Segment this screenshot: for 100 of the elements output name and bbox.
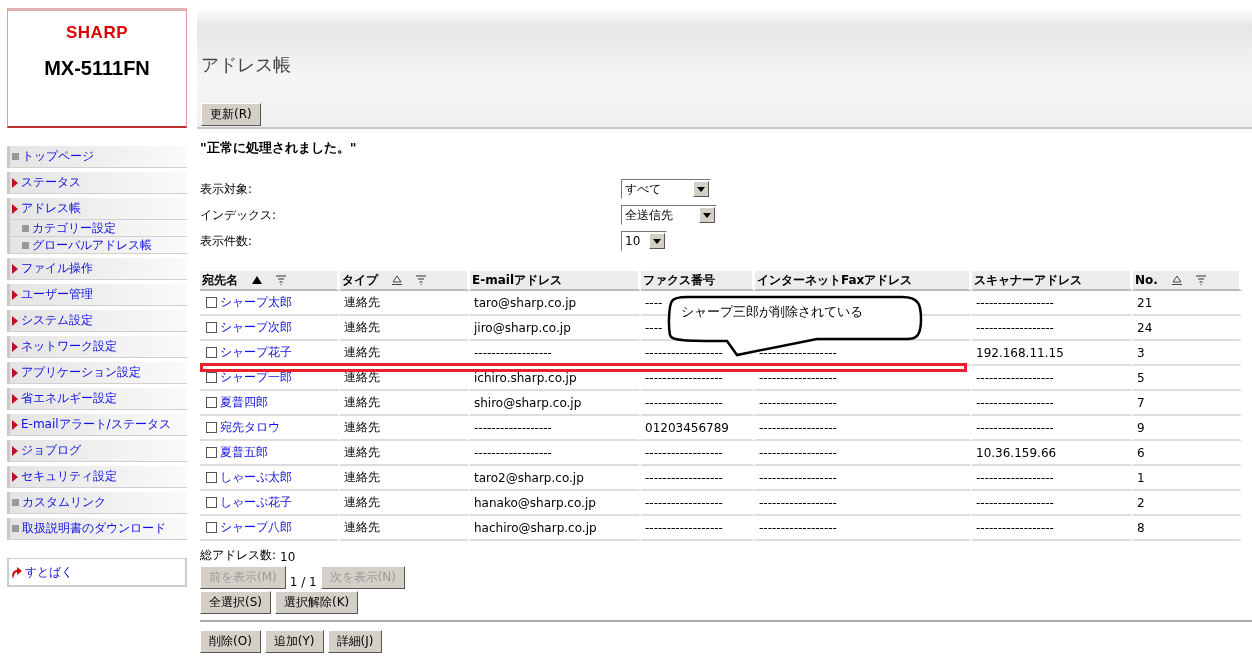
table-cell: 5 bbox=[1133, 366, 1242, 391]
arrow-icon bbox=[12, 393, 18, 404]
table-cell: ------------------ bbox=[641, 366, 755, 391]
checkbox[interactable] bbox=[206, 322, 217, 333]
table-cell: ------------------ bbox=[470, 341, 641, 366]
column-header[interactable]: No. bbox=[1133, 271, 1242, 291]
table-cell: ------------------ bbox=[755, 366, 972, 391]
table-cell: ------------------ bbox=[755, 491, 972, 516]
nav-item[interactable]: E-mailアラート/ステータス bbox=[7, 414, 187, 436]
contact-link[interactable]: シャープ太郎 bbox=[220, 294, 292, 311]
bullet-icon bbox=[22, 241, 29, 249]
dropdown[interactable]: 全送信先 bbox=[621, 205, 717, 225]
table-cell: ------------------ bbox=[641, 516, 755, 541]
bullet-icon bbox=[22, 224, 29, 232]
bullet-icon bbox=[12, 525, 19, 532]
contact-link[interactable]: シャープ八郎 bbox=[220, 519, 292, 536]
checkbox[interactable] bbox=[206, 372, 217, 383]
curved-arrow-icon bbox=[11, 565, 22, 579]
table-cell: ------------------ bbox=[972, 416, 1133, 441]
nav-item[interactable]: アドレス帳 bbox=[7, 198, 187, 220]
select-button[interactable]: 全選択(S) bbox=[200, 591, 271, 614]
filter-icon[interactable] bbox=[276, 275, 286, 285]
header-label: タイプ bbox=[342, 271, 378, 289]
table-cell: 連絡先 bbox=[340, 516, 470, 541]
sort-ascending-icon[interactable] bbox=[252, 275, 262, 285]
table-cell: 7 bbox=[1133, 391, 1242, 416]
action-button[interactable]: 詳細(J) bbox=[327, 630, 383, 653]
page-title: アドレス帳 bbox=[201, 53, 292, 77]
header-label: E-mailアドレス bbox=[472, 271, 562, 289]
arrow-icon bbox=[12, 367, 18, 378]
checkbox[interactable] bbox=[206, 347, 217, 358]
nav-item[interactable]: トップページ bbox=[7, 146, 187, 168]
table-cell: taro2@sharp.co.jp bbox=[470, 466, 641, 491]
nav-item[interactable]: ジョブログ bbox=[7, 440, 187, 462]
column-header[interactable]: 宛先名 bbox=[200, 271, 340, 291]
table-cell: 24 bbox=[1133, 316, 1242, 341]
nav-item[interactable]: カスタムリンク bbox=[7, 492, 187, 514]
dropdown[interactable]: 10 bbox=[621, 231, 667, 251]
arrow-icon bbox=[12, 471, 18, 482]
nav-item[interactable]: ユーザー管理 bbox=[7, 284, 187, 306]
dropdown-arrow-icon bbox=[703, 212, 711, 218]
nav-subitem[interactable]: カテゴリー設定 bbox=[7, 220, 187, 237]
contact-link[interactable]: しゃーぷ花子 bbox=[220, 494, 292, 511]
nav-item[interactable]: ファイル操作 bbox=[7, 258, 187, 280]
nav-link[interactable]: すとばく bbox=[25, 563, 73, 581]
contact-link[interactable]: シャープ花子 bbox=[220, 344, 292, 361]
action-button[interactable]: 削除(O) bbox=[200, 630, 261, 653]
table-cell: ------------------ bbox=[972, 516, 1133, 541]
checkbox[interactable] bbox=[206, 497, 217, 508]
dropdown[interactable]: すべて bbox=[621, 179, 711, 199]
checkbox[interactable] bbox=[206, 472, 217, 483]
table-cell: 2 bbox=[1133, 491, 1242, 516]
table-cell: 10.36.159.66 bbox=[972, 441, 1133, 466]
table-cell: 連絡先 bbox=[340, 491, 470, 516]
contact-link[interactable]: 夏普四郎 bbox=[220, 394, 268, 411]
nav-item[interactable]: アプリケーション設定 bbox=[7, 362, 187, 384]
contact-link[interactable]: しゃーぷ太郎 bbox=[220, 469, 292, 486]
sort-icon[interactable] bbox=[392, 275, 402, 285]
table-cell: 1 bbox=[1133, 466, 1242, 491]
checkbox[interactable] bbox=[206, 297, 217, 308]
table-cell: ------------------ bbox=[972, 466, 1133, 491]
nav-item[interactable]: システム設定 bbox=[7, 310, 187, 332]
table-cell: ------------------ bbox=[641, 466, 755, 491]
contact-link[interactable]: シャープ一郎 bbox=[220, 369, 292, 386]
nav-item[interactable]: セキュリティ設定 bbox=[7, 466, 187, 488]
table-cell: 連絡先 bbox=[340, 291, 470, 316]
checkbox[interactable] bbox=[206, 422, 217, 433]
nav-item[interactable]: ステータス bbox=[7, 172, 187, 194]
arrow-icon bbox=[12, 203, 18, 214]
contact-link[interactable]: 夏普五郎 bbox=[220, 444, 268, 461]
checkbox[interactable] bbox=[206, 522, 217, 533]
filter-icon[interactable] bbox=[416, 275, 426, 285]
column-header[interactable]: タイプ bbox=[340, 271, 470, 291]
action-button[interactable]: 追加(Y) bbox=[264, 630, 324, 653]
refresh-button[interactable]: 更新(R) bbox=[201, 103, 261, 126]
table-cell: hanako@sharp.co.jp bbox=[470, 491, 641, 516]
table-cell: 連絡先 bbox=[340, 366, 470, 391]
table-cell: 連絡先 bbox=[340, 466, 470, 491]
table-cell: ------------------ bbox=[470, 416, 641, 441]
filter-icon[interactable] bbox=[1195, 275, 1206, 285]
table-cell: ------------------ bbox=[641, 491, 755, 516]
table-cell: ------------------ bbox=[972, 316, 1133, 341]
contact-link[interactable]: シャープ次郎 bbox=[220, 319, 292, 336]
table-cell: hachiro@sharp.co.jp bbox=[470, 516, 641, 541]
table-cell: 8 bbox=[1133, 516, 1242, 541]
table-cell: 6 bbox=[1133, 441, 1242, 466]
table-cell: ------------------ bbox=[972, 491, 1133, 516]
total-count: 10 bbox=[280, 550, 296, 564]
table-cell: ------------------ bbox=[972, 391, 1133, 416]
contact-link[interactable]: 宛先タロウ bbox=[220, 419, 280, 436]
checkbox[interactable] bbox=[206, 447, 217, 458]
nav-item[interactable]: 取扱説明書のダウンロード bbox=[7, 518, 187, 540]
select-button[interactable]: 選択解除(K) bbox=[275, 591, 359, 614]
sort-icon[interactable] bbox=[1171, 275, 1182, 285]
checkbox[interactable] bbox=[206, 397, 217, 408]
nav-item[interactable]: ネットワーク設定 bbox=[7, 336, 187, 358]
arrow-icon bbox=[12, 445, 18, 456]
nav-subitem[interactable]: グローバルアドレス帳 bbox=[7, 237, 187, 254]
nav-item[interactable]: 省エネルギー設定 bbox=[7, 388, 187, 410]
bullet-icon bbox=[12, 153, 19, 160]
